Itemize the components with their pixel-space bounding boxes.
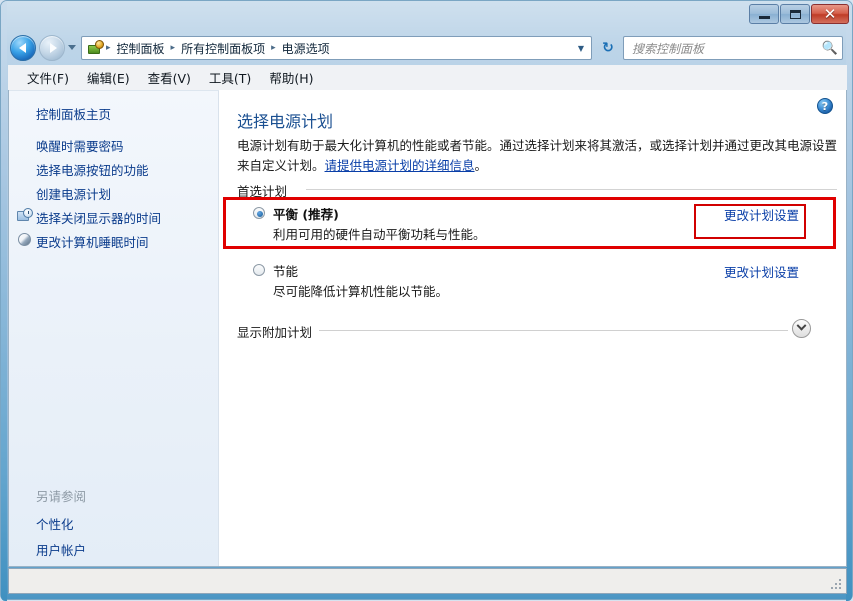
breadcrumb-separator: ▸ [170,43,176,53]
sidebar-item-personalization[interactable]: 个性化 [36,514,74,533]
back-arrow-icon [18,43,26,53]
back-button[interactable] [10,35,36,61]
power-options-window: ✕ ▸ 控制面板 ▸ 所有控制面板项 ▸ 电源选项 ▼ ↻ 搜索控制面板 🔍 文… [0,0,853,601]
history-dropdown-icon[interactable] [68,45,76,50]
refresh-icon: ↻ [602,40,614,56]
menu-help[interactable]: 帮助(H) [260,65,322,90]
sidebar-item-change-sleep-time[interactable]: 更改计算机睡眠时间 [36,232,149,251]
preferred-plans-rule [306,189,837,190]
control-panel-icon [87,40,104,56]
sidebar-item-control-panel-home[interactable]: 控制面板主页 [36,104,111,123]
chevron-down-icon[interactable]: ▼ [573,44,589,53]
page-title: 选择电源计划 [237,112,334,131]
plan-description-power-saver: 尽可能降低计算机性能以节能。 [273,284,449,299]
page-description-tail: 。 [474,158,488,173]
sidebar-item-user-accounts[interactable]: 用户帐户 [36,540,86,559]
search-box[interactable]: 搜索控制面板 🔍 [623,36,843,60]
refresh-button[interactable]: ↻ [596,36,620,60]
help-icon[interactable]: ? [817,98,833,114]
search-icon: 🔍 [821,40,839,56]
minimize-icon [758,16,770,19]
plan-radio-balanced[interactable] [253,207,265,219]
resize-grip[interactable] [831,579,843,591]
show-additional-plans-label[interactable]: 显示附加计划 [237,322,320,341]
plan-radio-power-saver[interactable] [253,264,265,276]
breadcrumb-separator: ▸ [106,43,111,53]
help-icon-glyph: ? [821,99,829,113]
menu-bar: 文件(F) 编辑(E) 查看(V) 工具(T) 帮助(H) [8,65,847,90]
forward-arrow-icon [49,43,57,53]
forward-button[interactable] [39,35,65,61]
menu-tools[interactable]: 工具(T) [200,65,260,90]
status-bar [8,568,847,594]
address-bar[interactable]: ▸ 控制面板 ▸ 所有控制面板项 ▸ 电源选项 ▼ [81,36,592,60]
close-button[interactable]: ✕ [811,4,849,24]
breadcrumb-item-power-options[interactable]: 电源选项 [278,38,334,59]
sidebar-item-choose-display-off-time[interactable]: 选择关闭显示器的时间 [36,208,161,227]
breadcrumb-item-control-panel[interactable]: 控制面板 [113,38,169,59]
sidebar: 控制面板主页 唤醒时需要密码 选择电源按钮的功能 创建电源计划 选择关闭显示器的… [9,90,219,566]
change-plan-settings-link-power-saver[interactable]: 更改计划设置 [724,262,799,281]
plan-name-balanced: 平衡 (推荐) [273,207,339,222]
minimize-button[interactable] [749,4,779,24]
breadcrumb-separator: ▸ [271,43,276,53]
maximize-button[interactable] [780,4,810,24]
menu-edit[interactable]: 编辑(E) [78,65,139,90]
client-area: 控制面板主页 唤醒时需要密码 选择电源按钮的功能 创建电源计划 选择关闭显示器的… [8,90,847,567]
menu-view[interactable]: 查看(V) [139,65,200,90]
power-plan-details-link[interactable]: 请提供电源计划的详细信息 [325,158,475,173]
show-additional-plans-rule [308,330,788,331]
close-icon: ✕ [823,4,837,23]
sidebar-item-power-button-action[interactable]: 选择电源按钮的功能 [36,160,149,179]
search-input[interactable]: 搜索控制面板 [624,40,818,57]
sidebar-see-also-heading: 另请参阅 [36,489,87,504]
preferred-plans-label: 首选计划 [237,181,295,200]
page-description: 电源计划有助于最大化计算机的性能或者节能。通过选择计划来将其激活，或选择计划并通… [237,136,837,176]
sidebar-top-divider [9,90,219,91]
breadcrumb-item-all-items[interactable]: 所有控制面板项 [177,38,269,59]
sidebar-item-require-password[interactable]: 唤醒时需要密码 [36,136,124,155]
plan-name-power-saver: 节能 [273,264,299,279]
plan-description-balanced: 利用可用的硬件自动平衡功耗与性能。 [273,227,486,242]
main-content: ? 选择电源计划 电源计划有助于最大化计算机的性能或者节能。通过选择计划来将其激… [220,90,846,566]
window-left-edge [1,1,7,601]
navigation-bar: ▸ 控制面板 ▸ 所有控制面板项 ▸ 电源选项 ▼ ↻ 搜索控制面板 🔍 [1,31,853,65]
chevron-down-icon[interactable] [792,319,811,338]
change-plan-settings-link-balanced[interactable]: 更改计划设置 [724,205,799,224]
maximize-icon [789,9,801,19]
title-bar: ✕ [1,1,853,31]
menu-file[interactable]: 文件(F) [18,65,78,90]
sidebar-item-create-power-plan[interactable]: 创建电源计划 [36,184,111,203]
